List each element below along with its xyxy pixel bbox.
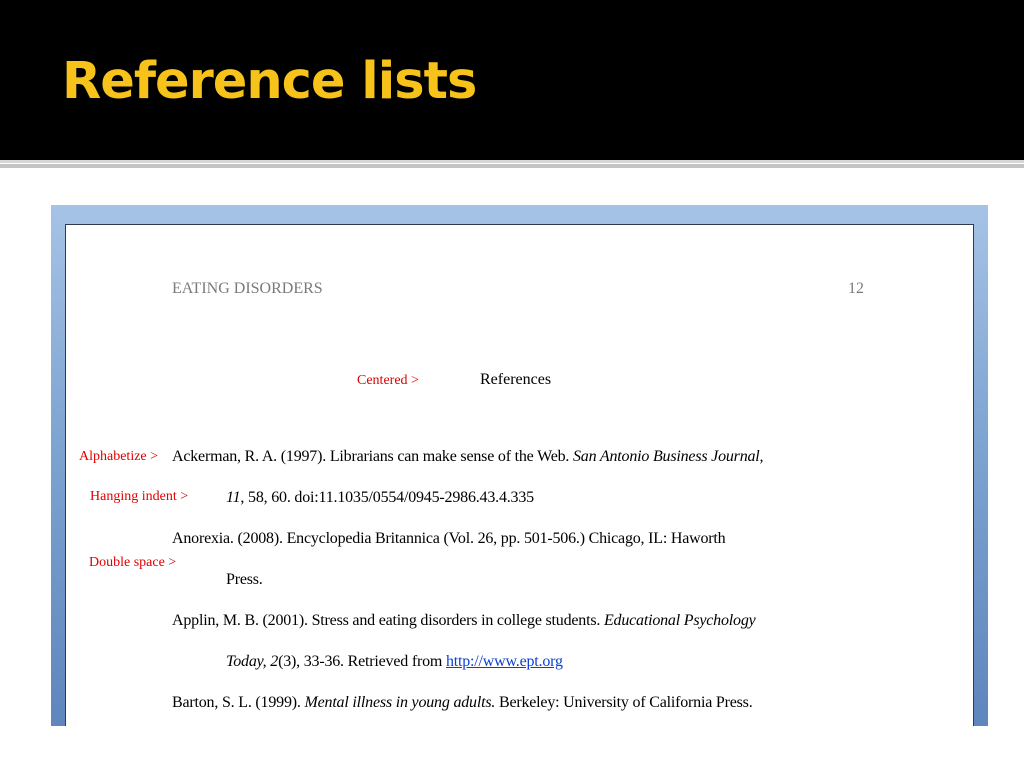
- reference-3-journal: Educational Psychology: [603, 612, 756, 629]
- reference-4-line-1: Barton, S. L. (1999). Mental illness in …: [172, 694, 753, 712]
- reference-3-details: (3), 33-36. Retrieved from: [278, 653, 446, 670]
- reference-3-url-link[interactable]: http://www.ept.org: [446, 653, 563, 670]
- title-divider-bottom: [0, 164, 1024, 168]
- reference-2-line-1: Anorexia. (2008). Encyclopedia Britannic…: [172, 530, 726, 547]
- reference-1-line-1: Ackerman, R. A. (1997). Librarians can m…: [172, 448, 764, 466]
- reference-4-author: Barton, S. L. (1999).: [172, 694, 305, 711]
- reference-3-line-1: Applin, M. B. (2001). Stress and eating …: [172, 612, 756, 630]
- reference-4-publisher: Berkeley: University of California Press…: [495, 694, 753, 711]
- reference-1-journal: San Antonio Business Journal,: [573, 448, 764, 465]
- title-divider-top: [0, 160, 1024, 163]
- reference-4-title: Mental illness in young adults.: [304, 694, 496, 711]
- annotation-double-space: Double space >: [89, 555, 177, 570]
- title-bar: Reference lists: [0, 0, 1024, 160]
- reference-1-text: Ackerman, R. A. (1997). Librarians can m…: [172, 448, 573, 465]
- reference-1-details: , 58, 60. doi:11.1035/0554/0945-2986.43.…: [240, 489, 534, 506]
- page-number: 12: [848, 280, 864, 297]
- annotation-hanging-indent: Hanging indent >: [90, 489, 189, 504]
- slide-title: Reference lists: [62, 52, 477, 111]
- document-screenshot-frame: EATING DISORDERS 12 Centered > Reference…: [51, 205, 988, 726]
- reference-1-volume: 11: [226, 489, 241, 506]
- document-page: EATING DISORDERS 12 Centered > Reference…: [65, 224, 974, 726]
- reference-3-line-2: Today, 2(3), 33-36. Retrieved from http:…: [226, 653, 563, 671]
- reference-2-line-2: Press.: [226, 571, 263, 588]
- slide: Reference lists EATING DISORDERS 12 Cent…: [0, 0, 1024, 768]
- reference-1-line-2: 11, 58, 60. doi:11.1035/0554/0945-2986.4…: [226, 489, 534, 507]
- reference-3-text: Applin, M. B. (2001). Stress and eating …: [172, 612, 604, 629]
- running-head: EATING DISORDERS: [172, 280, 323, 297]
- annotation-centered: Centered >: [357, 373, 419, 388]
- references-heading: References: [480, 371, 552, 388]
- annotation-alphabetize: Alphabetize >: [79, 449, 159, 464]
- reference-3-volume: Today, 2: [226, 653, 279, 670]
